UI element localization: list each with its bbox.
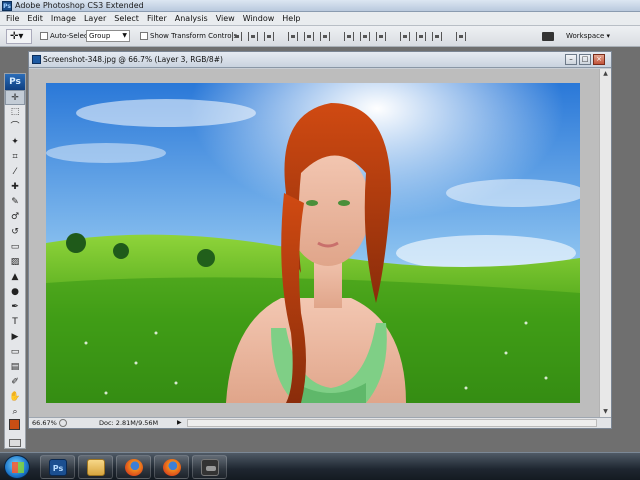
distribute-right-icon[interactable]	[432, 32, 442, 41]
notes-tool-icon[interactable]: ▤	[5, 360, 25, 375]
windows-taskbar: Ps	[0, 452, 640, 480]
app-title: Adobe Photoshop CS3 Extended	[15, 1, 144, 10]
taskbar-explorer[interactable]	[78, 455, 113, 479]
healing-brush-tool-icon[interactable]: ✚	[5, 180, 25, 195]
document-size: Doc: 2.81M/9.56M	[99, 419, 159, 427]
minimize-icon[interactable]: –	[565, 54, 577, 65]
menu-window[interactable]: Window	[240, 12, 280, 26]
eraser-tool-icon[interactable]: ▭	[5, 240, 25, 255]
firefox-icon	[163, 459, 181, 476]
align-bottom-icon[interactable]	[264, 32, 274, 41]
distribute-vcenter-icon[interactable]	[360, 32, 370, 41]
windows-logo-icon	[12, 462, 24, 473]
status-menu-arrow-icon[interactable]: ▶	[177, 418, 182, 428]
workspace-icon	[542, 32, 554, 41]
tool-list: ✛ ⬚ ⌒ ✦ ⌗ ⁄ ✚ ✎ ♂ ↺ ▭ ▨ ▲ ● ✒ T ▶ ▭ ▤ ✐ ✋ ⌕	[5, 90, 25, 420]
options-bar: ✛▾ Auto-Select: Group ▼ Show Transform C…	[0, 26, 640, 47]
taskbar-firefox-1[interactable]	[116, 455, 151, 479]
folder-icon	[87, 459, 105, 476]
document-icon	[32, 55, 41, 64]
maximize-icon[interactable]: □	[579, 54, 591, 65]
align-hcenter-icon[interactable]	[304, 32, 314, 41]
document-status-bar: 66.67% Doc: 2.81M/9.56M ▶	[29, 417, 611, 428]
dodge-tool-icon[interactable]: ●	[5, 285, 25, 300]
menu-layer[interactable]: Layer	[81, 12, 111, 26]
firefox-icon	[125, 459, 143, 476]
document-title: Screenshot-348.jpg @ 66.7% (Layer 3, RGB…	[43, 55, 223, 64]
show-transform-checkbox[interactable]	[140, 32, 148, 40]
shape-tool-icon[interactable]: ▭	[5, 345, 25, 360]
photoshop-icon: Ps	[49, 459, 67, 476]
menu-file[interactable]: File	[3, 12, 24, 26]
auto-select-dropdown[interactable]: Group ▼	[86, 30, 130, 42]
scroll-up-icon[interactable]: ▲	[600, 69, 611, 79]
type-tool-icon[interactable]: T	[5, 315, 25, 330]
canvas-image[interactable]	[46, 83, 580, 403]
canvas-area[interactable]	[29, 69, 599, 424]
show-transform-option[interactable]: Show Transform Controls	[140, 31, 237, 41]
crop-tool-icon[interactable]: ⌗	[5, 150, 25, 165]
zoom-tool-icon[interactable]: ⌕	[5, 405, 25, 420]
workspace-label: Workspace ▾	[566, 32, 610, 40]
taskbar-firefox-2[interactable]	[154, 455, 189, 479]
align-vcenter-icon[interactable]	[248, 32, 258, 41]
menu-bar: File Edit Image Layer Select Filter Anal…	[0, 12, 640, 26]
menu-select[interactable]: Select	[111, 12, 144, 26]
photoshop-app: Ps Adobe Photoshop CS3 Extended File Edi…	[0, 0, 640, 480]
start-button[interactable]	[4, 455, 30, 479]
show-transform-label: Show Transform Controls	[150, 32, 238, 40]
document-titlebar[interactable]: Screenshot-348.jpg @ 66.7% (Layer 3, RGB…	[29, 52, 611, 68]
chevron-down-icon: ▼	[122, 32, 127, 39]
workspace-button[interactable]: Workspace ▾	[540, 29, 636, 44]
taskbar-game[interactable]	[192, 455, 227, 479]
menu-view[interactable]: View	[213, 12, 240, 26]
document-window: Screenshot-348.jpg @ 66.7% (Layer 3, RGB…	[28, 51, 612, 429]
path-selection-tool-icon[interactable]: ▶	[5, 330, 25, 345]
align-left-icon[interactable]	[288, 32, 298, 41]
close-icon[interactable]: ×	[593, 54, 605, 65]
scroll-down-icon[interactable]: ▼	[600, 407, 611, 417]
menu-edit[interactable]: Edit	[24, 12, 48, 26]
distribute-top-icon[interactable]	[344, 32, 354, 41]
auto-select-option[interactable]: Auto-Select:	[40, 31, 93, 41]
move-tool-icon[interactable]: ✛▾	[6, 29, 32, 44]
app-titlebar[interactable]: Ps Adobe Photoshop CS3 Extended	[0, 0, 640, 12]
zoom-icon[interactable]	[59, 419, 67, 427]
quick-mask-button[interactable]	[9, 439, 21, 447]
menu-analysis[interactable]: Analysis	[172, 12, 213, 26]
taskbar-photoshop[interactable]: Ps	[40, 455, 75, 479]
auto-select-checkbox[interactable]	[40, 32, 48, 40]
toolbox: Ps ✛ ⬚ ⌒ ✦ ⌗ ⁄ ✚ ✎ ♂ ↺ ▭ ▨ ▲ ● ✒ T ▶ ▭ ▤ ✐ ✋ ⌕	[4, 73, 26, 449]
eyedropper-tool-icon[interactable]: ✐	[5, 375, 25, 390]
zoom-level[interactable]: 66.67%	[32, 418, 57, 428]
game-icon	[201, 459, 219, 476]
auto-align-layers-icon[interactable]	[456, 32, 466, 41]
gradient-tool-icon[interactable]: ▨	[5, 255, 25, 270]
distribute-left-icon[interactable]	[400, 32, 410, 41]
photoshop-logo: Ps	[5, 74, 25, 90]
brush-tool-icon[interactable]: ✎	[5, 195, 25, 210]
hand-tool-icon[interactable]: ✋	[5, 390, 25, 405]
menu-help[interactable]: Help	[279, 12, 305, 26]
align-top-icon[interactable]	[232, 32, 242, 41]
menu-image[interactable]: Image	[48, 12, 81, 26]
auto-select-value: Group	[89, 32, 111, 40]
vertical-scrollbar[interactable]: ▲ ▼	[599, 69, 611, 417]
horizontal-scrollbar[interactable]	[187, 419, 597, 427]
photoshop-app-icon: Ps	[2, 1, 12, 11]
blur-tool-icon[interactable]: ▲	[5, 270, 25, 285]
history-brush-tool-icon[interactable]: ↺	[5, 225, 25, 240]
magic-wand-tool-icon[interactable]: ✦	[5, 135, 25, 150]
marquee-tool-icon[interactable]: ⬚	[5, 105, 25, 120]
align-right-icon[interactable]	[320, 32, 330, 41]
slice-tool-icon[interactable]: ⁄	[5, 165, 25, 180]
menu-filter[interactable]: Filter	[144, 12, 172, 26]
lasso-tool-icon[interactable]: ⌒	[5, 120, 25, 135]
foreground-color-swatch[interactable]	[9, 419, 20, 430]
pen-tool-icon[interactable]: ✒	[5, 300, 25, 315]
move-tool-icon[interactable]: ✛	[5, 90, 25, 105]
distribute-bottom-icon[interactable]	[376, 32, 386, 41]
distribute-hcenter-icon[interactable]	[416, 32, 426, 41]
clone-stamp-tool-icon[interactable]: ♂	[5, 210, 25, 225]
